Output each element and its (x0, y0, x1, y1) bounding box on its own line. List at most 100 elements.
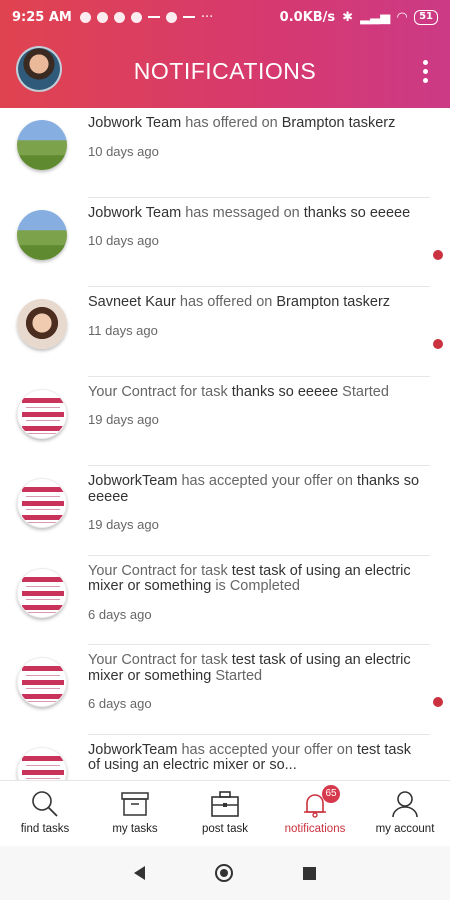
notification-highlight: Brampton taskerz (276, 294, 391, 310)
tab-my-tasks[interactable]: my tasks (90, 781, 180, 846)
bluetooth-icon: ✱ (342, 9, 354, 25)
notification-icon (79, 11, 91, 23)
notification-fragment: Started (338, 383, 389, 400)
status-time: 9:25 AM (12, 9, 72, 25)
notification-time: 6 days ago (88, 696, 152, 711)
notification-time: 10 days ago (88, 233, 159, 248)
notification-count-badge: 65 (322, 785, 340, 803)
signal-icon: ▂▃▅ (360, 9, 391, 25)
notification-text: JobworkTeam has accepted your offer on t… (88, 473, 424, 532)
notification-fragment: has messaged on (181, 204, 304, 221)
overflow-menu-icon[interactable] (423, 60, 428, 83)
app-icon (96, 11, 108, 23)
notification-message: Savneet Kaur has offered on Brampton tas… (88, 294, 424, 311)
notification-message: JobworkTeam has accepted your offer on t… (88, 741, 424, 774)
notification-item[interactable]: Your Contract for task test task of usin… (0, 556, 450, 645)
unread-dot-icon (433, 249, 443, 260)
search-icon (30, 789, 60, 819)
minus-icon (147, 16, 160, 18)
notification-highlight: Savneet Kaur (88, 294, 176, 310)
notification-fragment: Your Contract for task (88, 652, 232, 668)
notification-text: Jobwork Team has messaged on thanks so e… (88, 204, 424, 248)
notification-fragment: has accepted your offer on (177, 741, 357, 758)
more-icon: ··· (200, 9, 214, 25)
status-icons: ··· (79, 9, 280, 25)
back-icon[interactable] (134, 866, 145, 880)
notification-highlight: JobworkTeam (88, 473, 178, 489)
bottom-tab-bar: find tasks my tasks post task 65 notificatio… (0, 780, 450, 846)
tab-notifications[interactable]: 65 notifications (270, 781, 360, 846)
tab-find-tasks[interactable]: find tasks (0, 781, 90, 846)
notification-text: JobworkTeam has accepted your offer on t… (88, 741, 424, 781)
notification-text: Jobwork Team has offered on Brampton tas… (88, 115, 424, 159)
notification-text: Your Contract for task thanks so eeeee S… (88, 383, 424, 427)
notification-fragment: has accepted your offer on (177, 473, 357, 489)
user-icon (390, 789, 420, 819)
notification-fragment: Your Contract for task (88, 562, 232, 579)
notification-item[interactable]: Savneet Kaur has offered on Brampton tas… (0, 287, 450, 377)
notification-highlight: Jobwork Team (88, 115, 182, 131)
landscape-avatar (17, 120, 67, 170)
contract-thumbnail (17, 478, 67, 528)
tab-my-account[interactable]: my account (360, 781, 450, 846)
landscape-avatar (17, 209, 67, 260)
notification-highlight: thanks so eeeee (303, 204, 411, 221)
notification-item[interactable]: Jobwork Team has messaged on thanks so e… (0, 198, 450, 287)
notification-fragment: is Completed (211, 578, 300, 594)
notification-highlight: JobworkTeam (88, 741, 178, 758)
network-speed: 0.0KB/s (279, 9, 336, 25)
profile-avatar[interactable] (16, 46, 62, 92)
notification-time: 19 days ago (88, 517, 159, 532)
unread-dot-icon (433, 697, 443, 707)
page-title: NOTIFICATIONS (133, 57, 317, 84)
contract-thumbnail (17, 388, 67, 439)
notification-highlight: Brampton taskerz (281, 115, 396, 131)
tab-label: notifications (284, 823, 346, 835)
notification-highlight: thanks so eeeee (231, 383, 339, 400)
notification-list[interactable]: Jobwork Team has offered on Brampton tas… (0, 108, 450, 780)
notification-item[interactable]: JobworkTeam has accepted your offer on t… (0, 466, 450, 556)
notification-item[interactable]: Your Contract for task thanks so eeeee S… (0, 377, 450, 466)
notification-time: 10 days ago (88, 143, 159, 159)
toolbar: NOTIFICATIONS (0, 34, 450, 108)
notification-message: Your Contract for task thanks so eeeee S… (88, 383, 424, 401)
notification-fragment: Started (211, 667, 263, 684)
minus-icon (182, 16, 195, 18)
notification-fragment: Your Contract for task (88, 383, 232, 400)
notification-text: Savneet Kaur has offered on Brampton tas… (88, 294, 424, 338)
user-avatar (17, 299, 67, 349)
app-icon (130, 11, 142, 23)
notification-item[interactable]: Jobwork Team has offered on Brampton tas… (0, 108, 450, 198)
notification-highlight: Jobwork Team (88, 204, 182, 221)
notification-text: Your Contract for task test task of usin… (88, 562, 424, 622)
notification-fragment: has offered on (181, 115, 282, 131)
wifi-icon: ◠ (397, 9, 408, 25)
notification-message: Your Contract for task test task of usin… (88, 652, 424, 684)
recents-icon[interactable] (303, 866, 316, 880)
status-right: 0.0KB/s ✱ ▂▃▅ ◠ 51 (279, 9, 438, 25)
home-icon[interactable] (215, 864, 233, 882)
tab-label: my tasks (112, 823, 158, 835)
tab-label: find tasks (20, 823, 70, 835)
tab-post-task[interactable]: post task (180, 781, 270, 846)
notification-item[interactable]: JobworkTeam has accepted your offer on t… (0, 735, 450, 781)
notification-message: Jobwork Team has offered on Brampton tas… (88, 115, 424, 132)
app-header-background: 9:25 AM ··· 0.0KB/s ✱ ▂▃▅ ◠ 51 NOTIFICAT… (0, 0, 450, 108)
tab-label: post task (201, 823, 249, 835)
contract-thumbnail (17, 746, 67, 780)
contract-thumbnail (17, 657, 67, 707)
unread-dot-icon (433, 339, 443, 349)
notification-time: 19 days ago (88, 412, 159, 427)
notification-message: JobworkTeam has accepted your offer on t… (88, 473, 424, 505)
notification-fragment: has offered on (175, 294, 277, 310)
notification-message: Jobwork Team has messaged on thanks so e… (88, 204, 424, 222)
notification-time: 11 days ago (88, 322, 158, 338)
bell-icon: 65 (300, 785, 340, 819)
tab-label: my account (375, 823, 435, 835)
system-nav-bar (0, 846, 450, 900)
status-bar: 9:25 AM ··· 0.0KB/s ✱ ▂▃▅ ◠ 51 (0, 0, 450, 34)
notification-time: 6 days ago (88, 606, 152, 622)
briefcase-icon (210, 789, 240, 819)
facebook-icon (165, 11, 177, 23)
notification-item[interactable]: Your Contract for task test task of usin… (0, 645, 450, 735)
